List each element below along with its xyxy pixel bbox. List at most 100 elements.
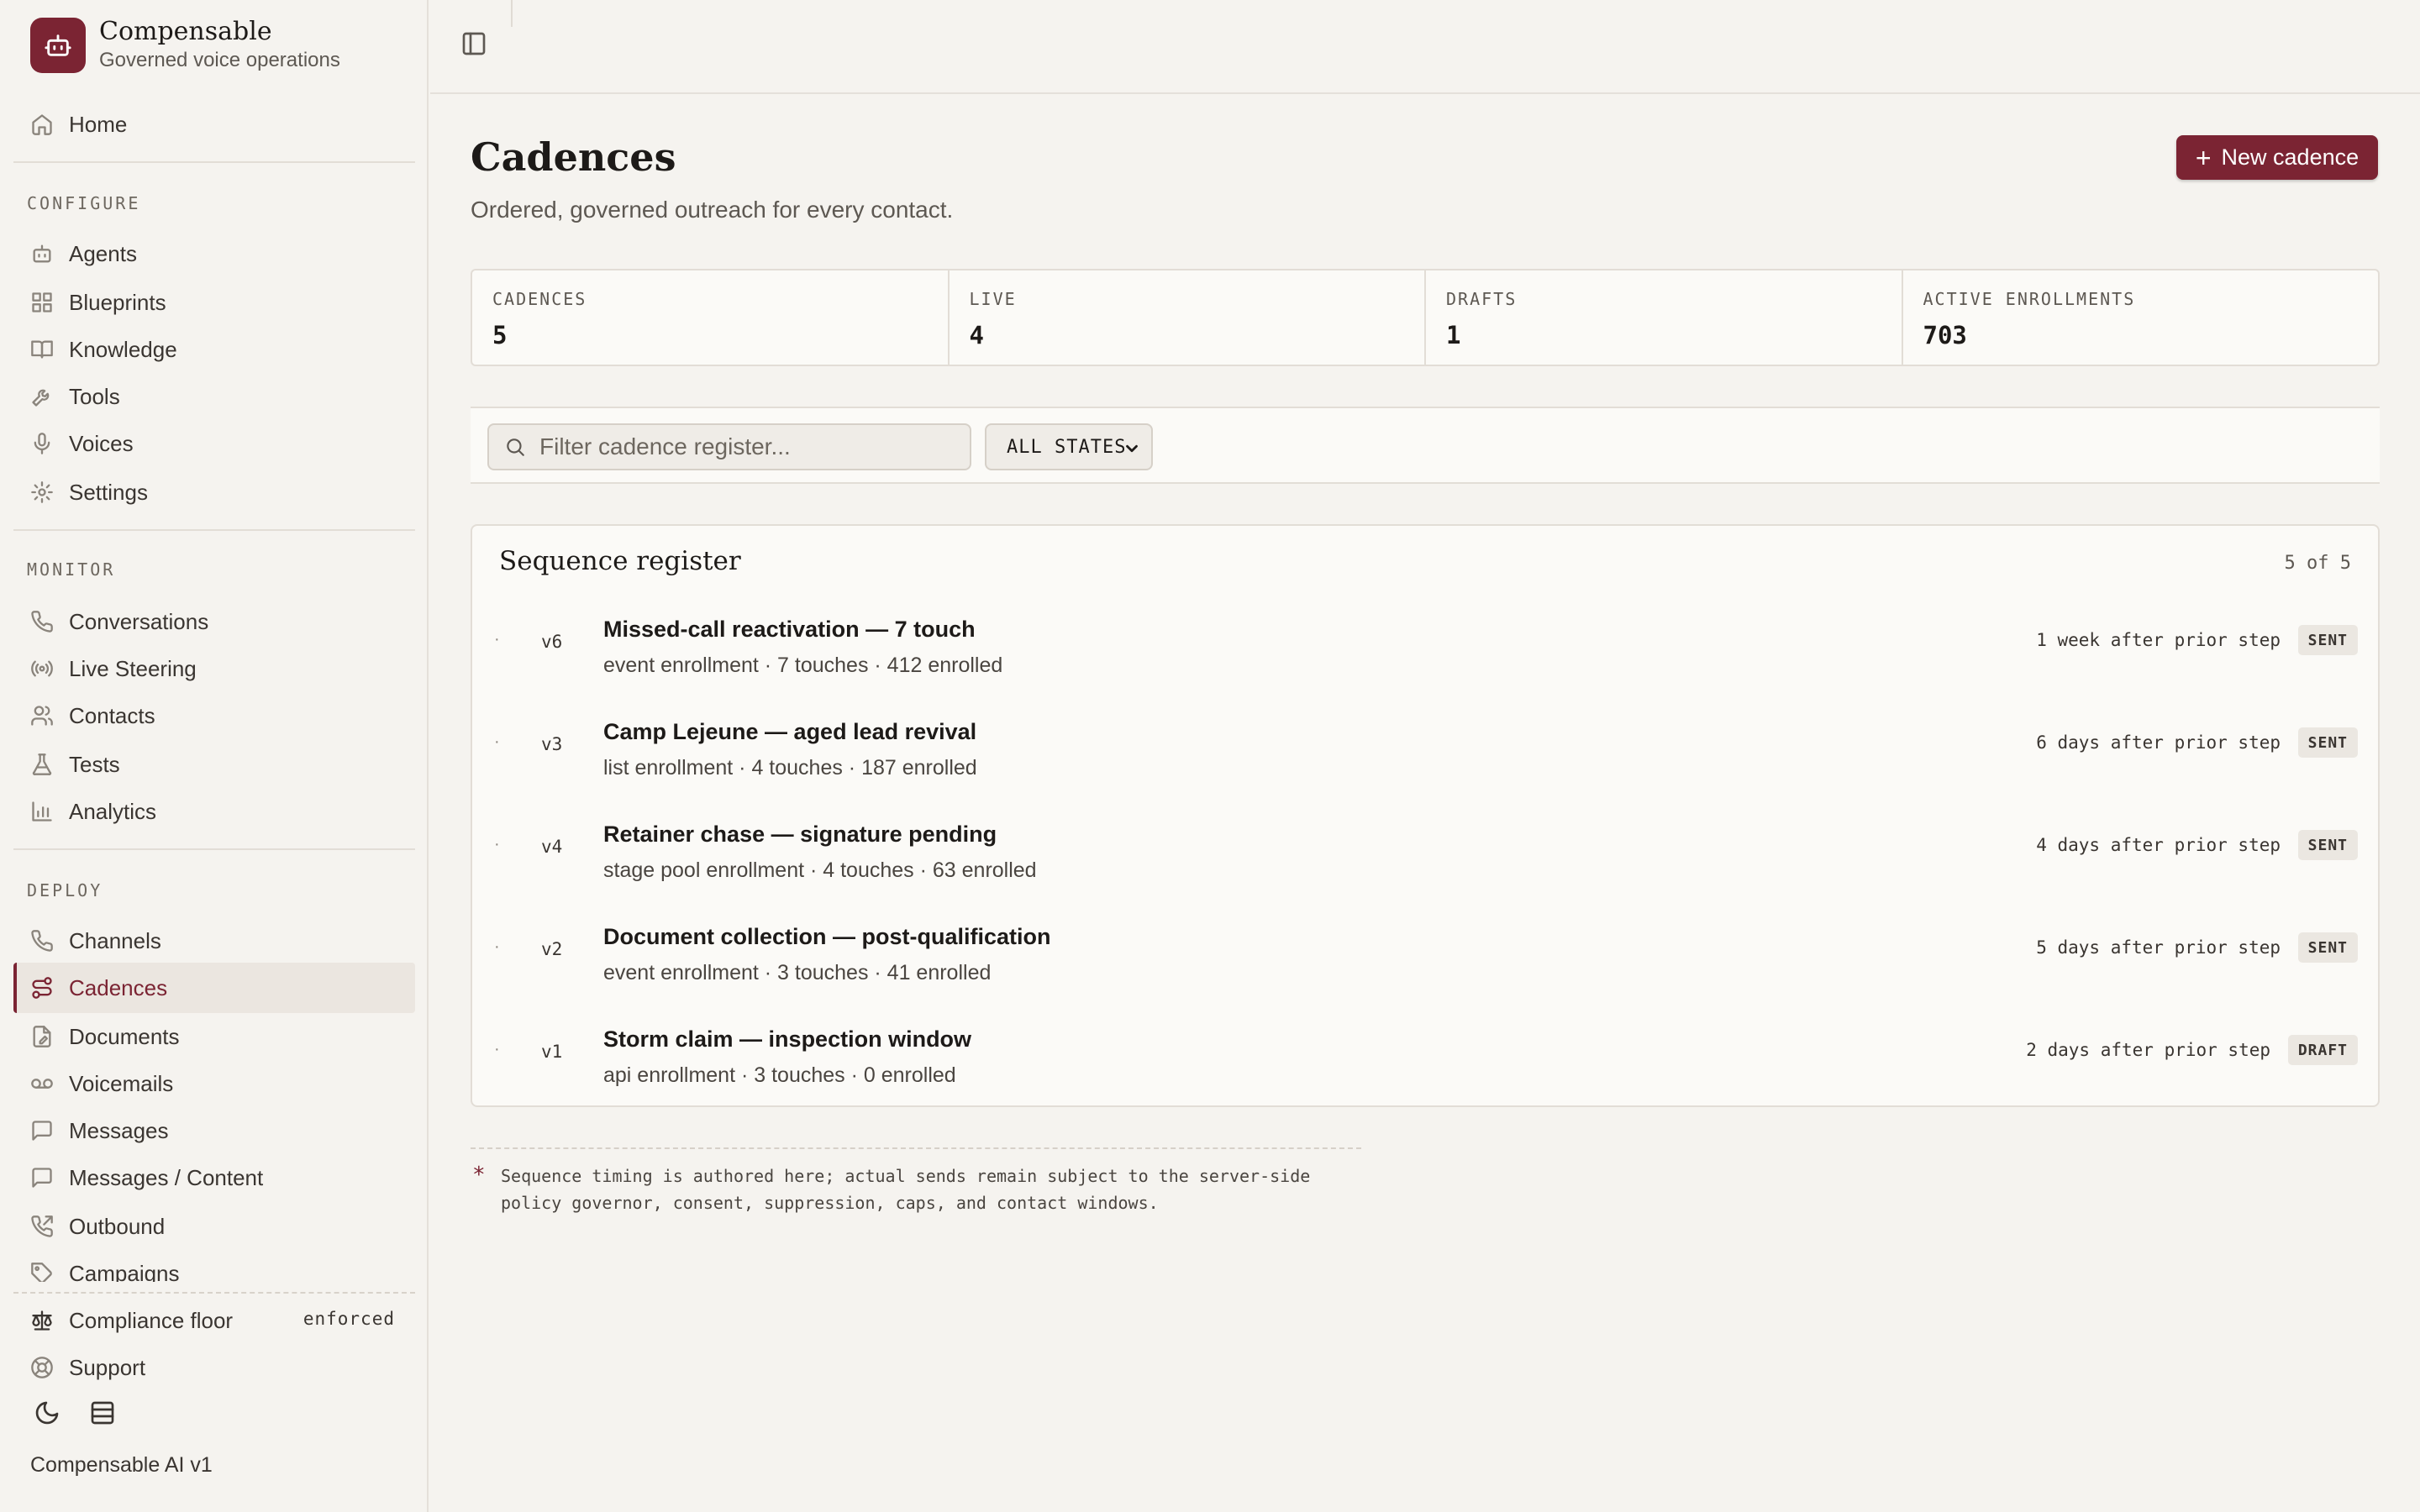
sidebar-item-home[interactable]: Home — [13, 99, 415, 150]
search-input[interactable] — [539, 433, 960, 460]
row-meta: event enrollment · 7 touches · 412 enrol… — [603, 654, 1003, 677]
status-badge: SENT — [2297, 625, 2358, 655]
sidebar-item-label: Contacts — [69, 702, 155, 728]
page-subtitle: Ordered, governed outreach for every con… — [471, 197, 954, 223]
footnote: Sequence timing is authored here; actual… — [501, 1166, 1311, 1213]
sidebar-item-documents[interactable]: Documents — [13, 1011, 415, 1062]
table-row[interactable]: · v6 Missed-call reactivation — 7 touch … — [472, 601, 2378, 704]
sidebar-item-settings[interactable]: Settings — [13, 467, 415, 517]
sidebar-item-contacts[interactable]: Contacts — [13, 690, 415, 741]
row-meta: api enrollment · 3 touches · 0 enrolled — [603, 1063, 956, 1087]
document-edit-icon — [33, 1026, 51, 1047]
users-icon — [31, 706, 53, 726]
route-icon — [32, 977, 52, 999]
sidebar-item-outbound[interactable]: Outbound — [13, 1201, 415, 1252]
sidebar-item-live-steering[interactable]: Live Steering — [13, 643, 415, 694]
divider — [13, 848, 415, 850]
sidebar-item-support[interactable]: Support — [13, 1342, 415, 1393]
register-title: Sequence register — [499, 546, 741, 576]
row-timing: 2 days after prior step — [2026, 1040, 2270, 1060]
new-cadence-button[interactable]: + New cadence — [2176, 135, 2378, 180]
sidebar-item-cadences[interactable]: Cadences — [13, 963, 415, 1013]
stat-live: LIVE 4 — [950, 270, 1426, 365]
sidebar-item-label: Home — [69, 111, 128, 137]
sidebar-item-label: Channels — [69, 927, 161, 953]
sidebar-item-label: Tools — [69, 383, 120, 409]
row-meta: list enrollment · 4 touches · 187 enroll… — [603, 756, 977, 780]
new-cadence-label: New cadence — [2221, 144, 2360, 170]
tag-icon — [31, 1263, 52, 1282]
row-name: Storm claim — inspection window — [603, 1026, 972, 1052]
sidebar-item-tests[interactable]: Tests — [13, 739, 415, 790]
sidebar-item-label: Conversations — [69, 608, 209, 634]
status-badge: SENT — [2297, 932, 2358, 963]
table-row[interactable]: · v2 Document collection — post-qualific… — [472, 909, 2378, 1011]
robot-icon — [33, 244, 51, 263]
message-icon — [32, 1121, 52, 1141]
sidebar-item-analytics[interactable]: Analytics — [13, 786, 415, 837]
sidebar-item-campaigns[interactable]: Campaigns — [13, 1248, 415, 1282]
sidebar-item-label: Tests — [69, 751, 120, 777]
stat-value: 703 — [1923, 321, 1967, 349]
wrench-icon — [32, 389, 50, 407]
voicemail-icon — [31, 1079, 53, 1089]
chevron-down-icon — [1126, 444, 1138, 453]
state-select[interactable]: ALL STATES — [985, 423, 1153, 470]
sidebar-item-knowledge[interactable]: Knowledge — [13, 324, 415, 375]
sidebar-item-blueprints[interactable]: Blueprints — [13, 277, 415, 328]
divider — [13, 1292, 415, 1294]
sidebar-item-label: Knowledge — [69, 336, 177, 362]
sidebar-item-label: Messages — [69, 1117, 169, 1143]
compliance-status: enforced — [302, 1309, 395, 1329]
moon-icon[interactable] — [34, 1399, 67, 1433]
sidebar-toggle-icon[interactable] — [460, 30, 494, 64]
row-timing: 5 days after prior step — [2036, 937, 2281, 958]
sidebar-item-label: Voicemails — [69, 1070, 174, 1096]
app-version: Compensable AI v1 — [30, 1453, 213, 1477]
layout-rows-icon[interactable] — [89, 1399, 123, 1433]
table-row[interactable]: · v1 Storm claim — inspection window api… — [472, 1011, 2378, 1114]
sidebar-item-conversations[interactable]: Conversations — [13, 596, 415, 647]
sidebar-item-channels[interactable]: Channels — [13, 916, 415, 966]
table-row[interactable]: · v3 Camp Lejeune — aged lead revival li… — [472, 704, 2378, 806]
sidebar-item-agents[interactable]: Agents — [13, 228, 415, 279]
table-row[interactable]: · v4 Retainer chase — signature pending … — [472, 806, 2378, 909]
stat-label: ACTIVE ENROLLMENTS — [1923, 289, 2136, 309]
sidebar-item-voices[interactable]: Voices — [13, 418, 415, 469]
sidebar-item-label: Documents — [69, 1023, 180, 1049]
brand[interactable]: Compensable Governed voice operations — [30, 17, 340, 74]
divider — [471, 1147, 1361, 1149]
sidebar: Compensable Governed voice operations Ho… — [0, 0, 429, 1512]
sidebar-item-messages[interactable]: Messages — [13, 1105, 415, 1156]
stat-value: 4 — [969, 321, 984, 349]
search-icon — [507, 438, 524, 456]
sidebar-item-label: Blueprints — [69, 289, 166, 315]
page-title: Cadences — [471, 134, 676, 180]
topbar — [430, 0, 2420, 94]
sidebar-item-label: Live Steering — [69, 655, 197, 681]
sidebar-item-label: Voices — [69, 430, 134, 456]
home-icon — [32, 114, 52, 135]
lifebuoy-icon — [31, 1357, 53, 1378]
sidebar-item-label: Support — [69, 1354, 146, 1380]
section-monitor: MONITOR — [27, 559, 116, 580]
row-timing: 6 days after prior step — [2036, 732, 2281, 753]
row-version: v3 — [541, 734, 563, 754]
row-bullet: · — [494, 732, 500, 751]
section-deploy: DEPLOY — [27, 880, 103, 900]
bar-chart-icon — [32, 801, 52, 822]
status-badge: SENT — [2297, 727, 2358, 758]
row-name: Document collection — post-qualification — [603, 924, 1051, 949]
sidebar-scroll-clip: Campaigns — [0, 1248, 429, 1282]
sidebar-item-voicemails[interactable]: Voicemails — [13, 1058, 415, 1109]
sidebar-item-tools[interactable]: Tools — [13, 371, 415, 422]
sidebar-item-label: Campaigns — [69, 1260, 180, 1283]
sidebar-item-label: Compliance floor — [69, 1307, 234, 1333]
phone-icon — [31, 611, 53, 633]
row-meta: stage pool enrollment · 4 touches · 63 e… — [603, 858, 1037, 882]
search-field[interactable] — [487, 423, 971, 470]
grid-icon — [32, 292, 52, 312]
row-meta: event enrollment · 3 touches · 41 enroll… — [603, 961, 992, 984]
row-version: v2 — [541, 939, 563, 959]
sidebar-item-messages-content[interactable]: Messages / Content — [13, 1152, 415, 1203]
